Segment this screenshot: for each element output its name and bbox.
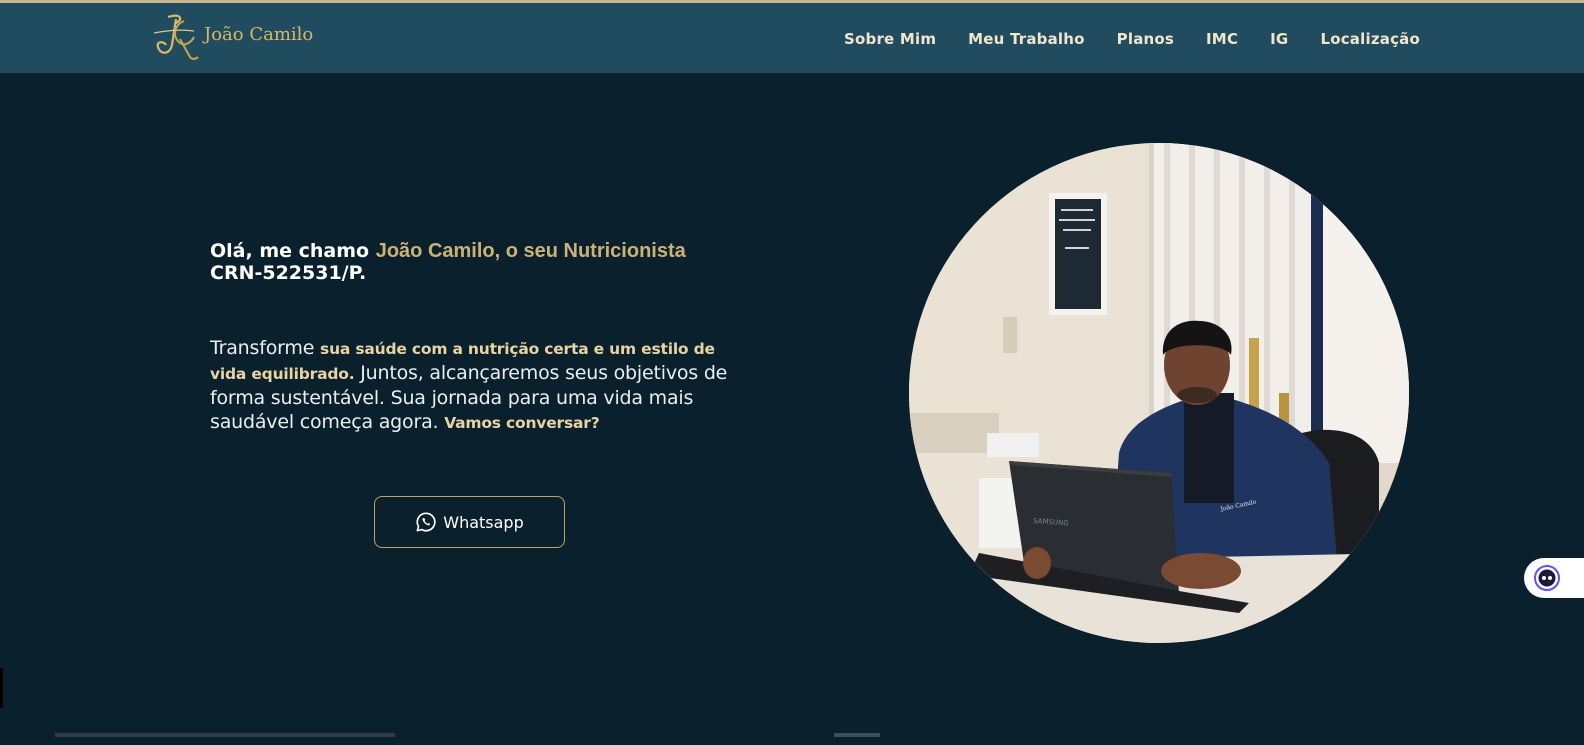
- profile-photo: SAMSUNG João Camilo: [909, 143, 1409, 643]
- office-photo-illustration: SAMSUNG João Camilo: [909, 143, 1409, 643]
- intro-bold-2: Vamos conversar?: [444, 414, 600, 432]
- left-edge-marker: [0, 668, 3, 708]
- nav-imc[interactable]: IMC: [1206, 30, 1238, 48]
- nav-ig[interactable]: IG: [1270, 30, 1288, 48]
- nav-localizacao[interactable]: Localização: [1320, 30, 1420, 48]
- nav-meu-trabalho[interactable]: Meu Trabalho: [968, 30, 1085, 48]
- brand-name: João Camilo: [204, 23, 314, 45]
- whatsapp-button-label: Whatsapp: [443, 512, 524, 532]
- nav-sobre-mim[interactable]: Sobre Mim: [844, 30, 936, 48]
- intro-part-1: Transforme: [210, 337, 321, 359]
- logo-monogram-icon: [153, 14, 199, 60]
- whatsapp-icon: [416, 512, 436, 532]
- chat-widget[interactable]: [1524, 558, 1584, 598]
- nav-planos[interactable]: Planos: [1117, 30, 1174, 48]
- main-nav: Sobre Mim Meu Trabalho Planos IMC IG Loc…: [844, 30, 1420, 48]
- brand-logo[interactable]: João Camilo: [150, 11, 313, 61]
- bottom-scroll-indicator-secondary: [834, 733, 880, 737]
- hero-text: Olá, me chamo João Camilo, o seu Nutrici…: [210, 240, 750, 435]
- chat-assistant-icon: [1534, 565, 1560, 591]
- name-title: João Camilo, o seu Nutricionista: [375, 240, 686, 262]
- crn-number: CRN-522531/P.: [210, 262, 367, 284]
- greeting-text: Olá, me chamo: [210, 240, 376, 262]
- navbar: João Camilo Sobre Mim Meu Trabalho Plano…: [0, 3, 1584, 73]
- whatsapp-button[interactable]: Whatsapp: [374, 496, 565, 548]
- hero-headline: Olá, me chamo João Camilo, o seu Nutrici…: [210, 240, 750, 284]
- bottom-scroll-indicator: [55, 733, 395, 737]
- hero-intro: Transforme sua saúde com a nutrição cert…: [210, 336, 750, 435]
